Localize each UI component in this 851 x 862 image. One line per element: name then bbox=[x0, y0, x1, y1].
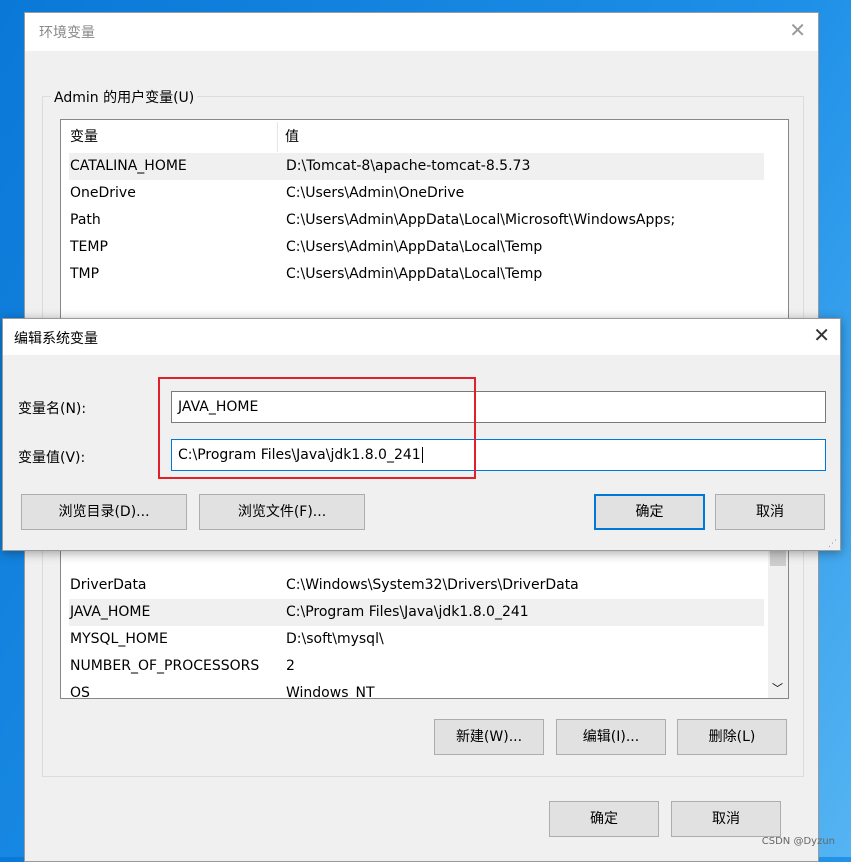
ok-button[interactable]: 确定 bbox=[549, 801, 659, 837]
header-variable[interactable]: 变量 bbox=[70, 122, 98, 152]
variable-value: C:\Users\Admin\OneDrive bbox=[286, 185, 465, 201]
list-header: 变量 值 bbox=[69, 122, 764, 152]
variable-name: TEMP bbox=[70, 239, 108, 255]
list-item[interactable]: MYSQL_HOME D:\soft\mysql\ bbox=[69, 626, 764, 653]
user-variables-list[interactable]: 变量 值 CATALINA_HOME D:\Tomcat-8\apache-tom… bbox=[60, 119, 789, 331]
variable-name: OneDrive bbox=[70, 185, 136, 201]
variable-value-label: 变量值(V): bbox=[18, 450, 86, 466]
cancel-button[interactable]: 取消 bbox=[671, 801, 781, 837]
dialog-title: 编辑系统变量 bbox=[14, 331, 98, 347]
list-item[interactable]: JAVA_HOME C:\Program Files\Java\jdk1.8.0_… bbox=[69, 599, 764, 626]
list-item[interactable]: DriverData C:\Windows\System32\Drivers\Dr… bbox=[69, 572, 764, 599]
list-item[interactable]: CATALINA_HOME D:\Tomcat-8\apache-tomcat-8… bbox=[69, 153, 764, 180]
cancel-button[interactable]: 取消 bbox=[715, 494, 825, 530]
edit-button[interactable]: 编辑(I)... bbox=[556, 719, 666, 755]
dialog-title: 环境变量 bbox=[39, 25, 95, 41]
variable-name: JAVA_HOME bbox=[70, 604, 151, 620]
variable-value: C:\Program Files\Java\jdk1.8.0_241 bbox=[286, 604, 529, 620]
title-bar: 编辑系统变量 ✕ bbox=[3, 319, 840, 355]
close-icon[interactable]: ✕ bbox=[813, 323, 830, 347]
variable-value: D:\Tomcat-8\apache-tomcat-8.5.73 bbox=[286, 158, 531, 174]
list-item[interactable]: TEMP C:\Users\Admin\AppData\Local\Temp bbox=[69, 234, 764, 261]
variable-name: DriverData bbox=[70, 577, 147, 593]
variable-name: CATALINA_HOME bbox=[70, 158, 187, 174]
browse-file-button[interactable]: 浏览文件(F)... bbox=[199, 494, 365, 530]
variable-name: Path bbox=[70, 212, 101, 228]
delete-button[interactable]: 删除(L) bbox=[677, 719, 787, 755]
variable-value: 2 bbox=[286, 658, 295, 674]
list-item[interactable]: NUMBER_OF_PROCESSORS 2 bbox=[69, 653, 764, 680]
highlight-box bbox=[158, 377, 476, 479]
chevron-down-icon[interactable]: ﹀ bbox=[772, 680, 783, 696]
system-variables-list[interactable]: DriverData C:\Windows\System32\Drivers\Dr… bbox=[60, 533, 789, 699]
edit-system-variable-dialog: 编辑系统变量 ✕ 变量名(N): JAVA_HOME 变量值(V): C:\Pr… bbox=[2, 318, 841, 551]
group-label: Admin 的用户变量(U) bbox=[51, 87, 198, 107]
variable-value: Windows_NT bbox=[286, 685, 375, 699]
variable-name: OS bbox=[70, 685, 90, 699]
new-button[interactable]: 新建(W)... bbox=[434, 719, 544, 755]
variable-value: C:\Users\Admin\AppData\Local\Microsoft\W… bbox=[286, 212, 676, 228]
list-item[interactable]: TMP C:\Users\Admin\AppData\Local\Temp bbox=[69, 261, 764, 288]
variable-value: C:\Users\Admin\AppData\Local\Temp bbox=[286, 266, 543, 282]
variable-value: C:\Windows\System32\Drivers\DriverData bbox=[286, 577, 579, 593]
variable-value: D:\soft\mysql\ bbox=[286, 631, 384, 647]
ok-button[interactable]: 确定 bbox=[594, 494, 705, 530]
header-value[interactable]: 值 bbox=[277, 122, 299, 152]
close-icon[interactable]: ✕ bbox=[789, 18, 806, 42]
variable-value: C:\Users\Admin\AppData\Local\Temp bbox=[286, 239, 543, 255]
resize-grip-icon[interactable]: ⋰ bbox=[828, 539, 837, 549]
list-item[interactable]: OneDrive C:\Users\Admin\OneDrive bbox=[69, 180, 764, 207]
browse-directory-button[interactable]: 浏览目录(D)... bbox=[21, 494, 187, 530]
title-bar: 环境变量 ✕ bbox=[25, 13, 818, 51]
watermark: CSDN @Dyzun bbox=[761, 836, 835, 847]
variable-name: NUMBER_OF_PROCESSORS bbox=[70, 658, 260, 674]
variable-name: TMP bbox=[70, 266, 100, 282]
list-item[interactable]: OS Windows_NT bbox=[69, 680, 764, 699]
scrollbar[interactable]: ﹀ bbox=[768, 534, 788, 698]
list-item[interactable]: Path C:\Users\Admin\AppData\Local\Microso… bbox=[69, 207, 764, 234]
variable-name-label: 变量名(N): bbox=[18, 401, 87, 417]
variable-name: MYSQL_HOME bbox=[70, 631, 168, 647]
